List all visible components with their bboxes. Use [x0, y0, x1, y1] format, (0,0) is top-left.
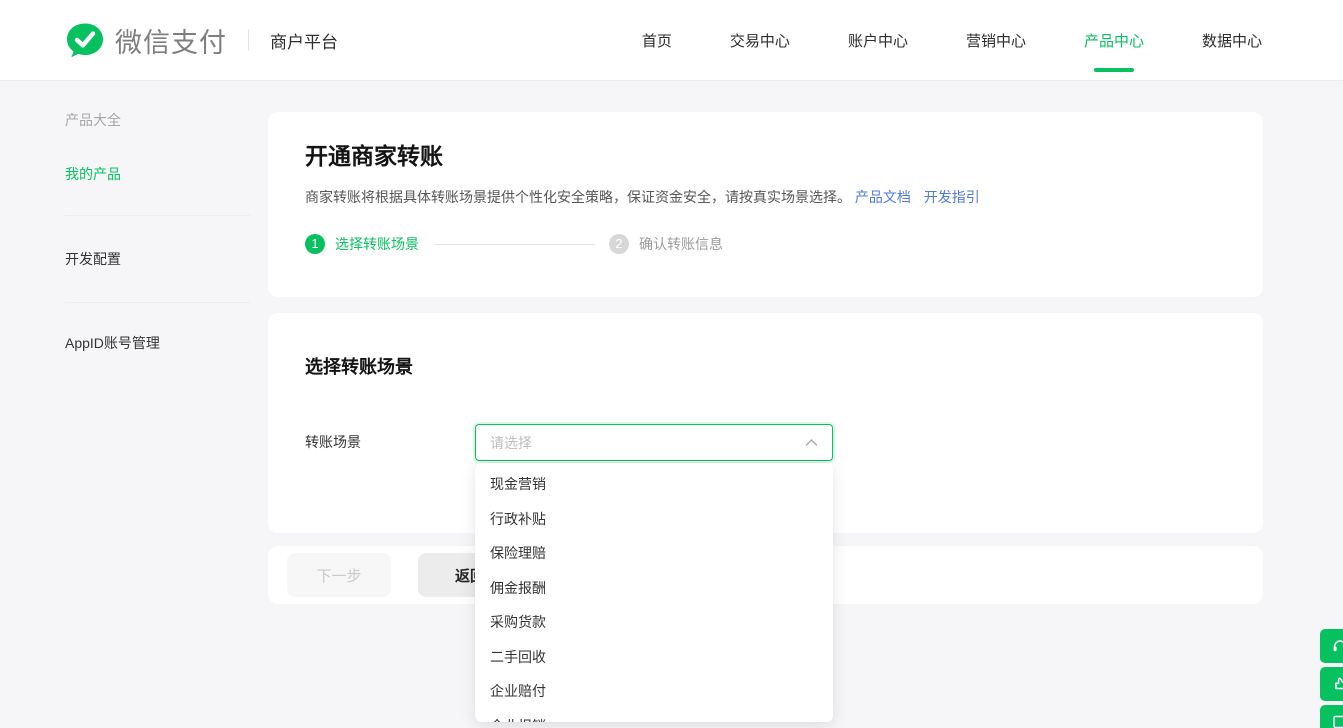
dropdown-option-secondhand-recycle[interactable]: 二手回收 — [475, 640, 833, 675]
dropdown-option-commission[interactable]: 佣金报酬 — [475, 571, 833, 606]
sidebar: 产品大全 我的产品 开发配置 AppID账号管理 — [65, 81, 250, 353]
chevron-up-icon — [805, 438, 818, 447]
brand-logo-link[interactable]: 微信支付 商户平台 — [65, 20, 338, 60]
select-placeholder: 请选择 — [490, 433, 805, 453]
dropdown-option-cash-marketing[interactable]: 现金营销 — [475, 467, 833, 502]
brand-portal-label: 商户平台 — [270, 28, 338, 53]
dropdown-option-insurance-claim[interactable]: 保险理赔 — [475, 536, 833, 571]
intro-card: 开通商家转账 商家转账将根据具体转账场景提供个性化安全策略，保证资金安全，请按真… — [268, 112, 1263, 297]
sidebar-divider — [65, 302, 250, 303]
nav-item-transaction-center[interactable]: 交易中心 — [730, 22, 790, 59]
step-2-number: 2 — [609, 234, 629, 254]
page-title: 开通商家转账 — [305, 137, 1223, 171]
transfer-scene-select[interactable]: 请选择 — [475, 424, 833, 461]
nav-item-account-center[interactable]: 账户中心 — [848, 22, 908, 59]
next-step-button[interactable]: 下一步 — [287, 553, 391, 597]
step-indicator: 1 选择转账场景 2 确认转账信息 — [305, 234, 1223, 254]
feedback-button[interactable] — [1320, 667, 1343, 701]
dropdown-option-enterprise-compensation[interactable]: 企业赔付 — [475, 674, 833, 709]
panel-button[interactable] — [1320, 705, 1343, 728]
step-1-number: 1 — [305, 234, 325, 254]
floating-button-stack — [1320, 629, 1343, 728]
nav-item-product-center[interactable]: 产品中心 — [1084, 22, 1144, 59]
brand-name: 微信支付 — [115, 21, 227, 60]
step-1: 1 选择转账场景 — [305, 234, 419, 254]
thumbs-up-icon — [1331, 675, 1343, 693]
form-heading: 选择转账场景 — [305, 353, 413, 379]
nav-item-marketing-center[interactable]: 营销中心 — [966, 22, 1026, 59]
step-1-label: 选择转账场景 — [335, 234, 419, 254]
dropdown-option-procurement[interactable]: 采购货款 — [475, 605, 833, 640]
nav-item-home[interactable]: 首页 — [642, 22, 672, 59]
description-text: 商家转账将根据具体转账场景提供个性化安全策略，保证资金安全，请按真实场景选择。 — [305, 189, 851, 205]
sidebar-divider — [65, 215, 250, 216]
wechat-pay-logo-icon — [65, 20, 105, 60]
brand-divider — [248, 29, 249, 51]
panel-icon — [1331, 713, 1343, 728]
dev-guide-link[interactable]: 开发指引 — [924, 189, 980, 205]
sidebar-item-all-products[interactable]: 产品大全 — [65, 110, 250, 130]
transfer-scene-label: 转账场景 — [305, 432, 361, 452]
sidebar-item-my-products[interactable]: 我的产品 — [65, 164, 250, 184]
step-2-label: 确认转账信息 — [639, 234, 723, 254]
step-connector — [435, 244, 595, 245]
dropdown-option-enterprise-reimbursement[interactable]: 企业报销 — [475, 709, 833, 723]
headset-icon — [1331, 637, 1343, 655]
customer-service-button[interactable] — [1320, 629, 1343, 663]
page-description: 商家转账将根据具体转账场景提供个性化安全策略，保证资金安全，请按真实场景选择。 … — [305, 187, 1223, 207]
sidebar-item-appid-management[interactable]: AppID账号管理 — [65, 333, 250, 353]
dropdown-option-admin-subsidy[interactable]: 行政补贴 — [475, 502, 833, 537]
product-doc-link[interactable]: 产品文档 — [855, 189, 911, 205]
nav-item-data-center[interactable]: 数据中心 — [1202, 22, 1262, 59]
top-nav: 首页 交易中心 账户中心 营销中心 产品中心 数据中心 — [642, 22, 1262, 59]
transfer-scene-dropdown: 现金营销 行政补贴 保险理赔 佣金报酬 采购货款 二手回收 企业赔付 企业报销 — [475, 463, 833, 722]
step-2: 2 确认转账信息 — [609, 234, 723, 254]
sidebar-item-dev-config[interactable]: 开发配置 — [65, 249, 250, 269]
top-header: 微信支付 商户平台 首页 交易中心 账户中心 营销中心 产品中心 数据中心 — [0, 0, 1343, 81]
